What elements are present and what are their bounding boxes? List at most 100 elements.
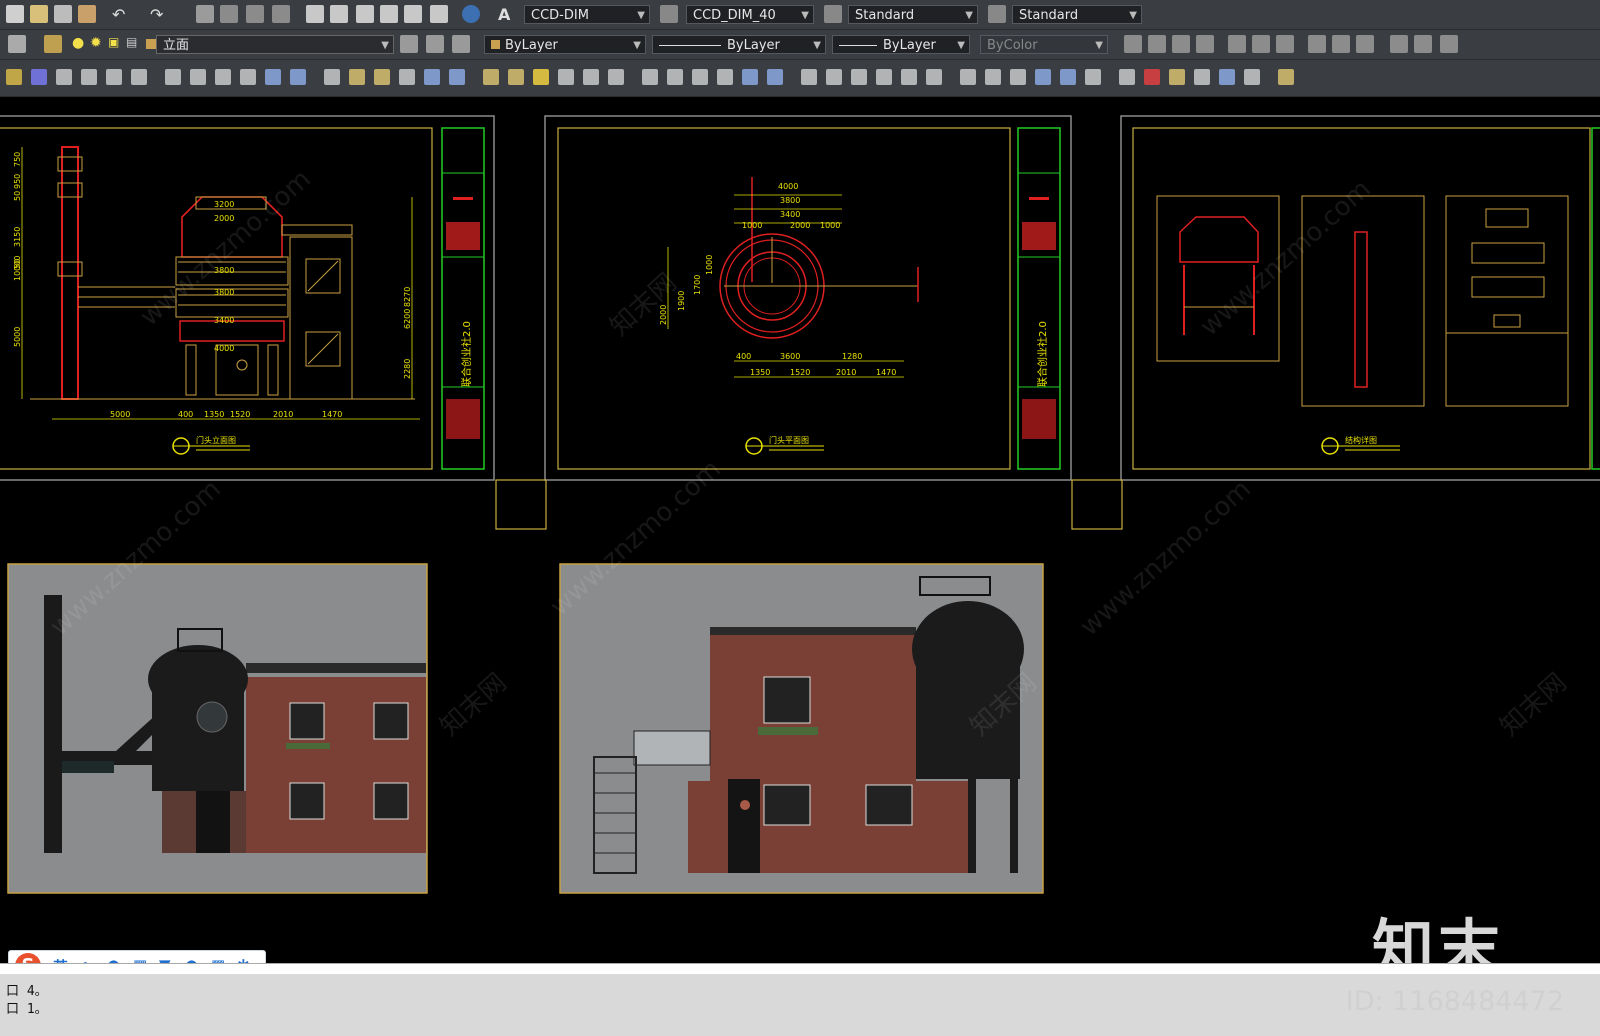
modify-tool-icon[interactable] [190,69,206,85]
modify-tool-icon[interactable] [31,69,47,85]
layer-properties-icon[interactable] [44,35,62,53]
design-center-icon[interactable] [330,5,348,23]
modify-tool-icon[interactable] [1144,69,1160,85]
modify-tool-icon[interactable] [1169,69,1185,85]
bring-front-icon[interactable] [1148,35,1166,53]
table-style-select[interactable]: Standard ▼ [848,5,978,24]
layer-thaw-sun-icon[interactable]: ✹ [90,35,108,53]
modify-tool-icon[interactable] [926,69,942,85]
modify-tool-icon[interactable] [1035,69,1051,85]
modify-tool-icon[interactable] [901,69,917,85]
layer-match-icon[interactable] [426,35,444,53]
modify-tool-icon[interactable] [324,69,340,85]
modify-tool-icon[interactable] [533,69,549,85]
modify-tool-icon[interactable] [826,69,842,85]
modify-tool-icon[interactable] [449,69,465,85]
render-image-2[interactable] [559,563,1044,894]
properties-icon[interactable] [306,5,324,23]
modify-tool-icon[interactable] [483,69,499,85]
plot-style-select[interactable]: ByColor ▼ [980,35,1108,54]
layer-unlock-icon[interactable]: ▣ [108,35,126,53]
modify-tool-icon[interactable] [692,69,708,85]
distribute-icon[interactable] [1308,35,1326,53]
calculator-icon[interactable] [430,5,448,23]
modify-tool-icon[interactable] [608,69,624,85]
modify-tool-icon[interactable] [56,69,72,85]
modify-tool-icon[interactable] [215,69,231,85]
modify-tool-icon[interactable] [851,69,867,85]
modify-tool-icon[interactable] [960,69,976,85]
tool-palettes-icon[interactable] [356,5,374,23]
modify-tool-icon[interactable] [265,69,281,85]
modify-tool-icon[interactable] [508,69,524,85]
modify-tool-icon[interactable] [374,69,390,85]
zoom-window-icon[interactable] [246,5,264,23]
slash-icon[interactable] [1440,35,1458,53]
list-icon[interactable] [1414,35,1432,53]
align-center-icon[interactable] [1252,35,1270,53]
modify-tool-icon[interactable] [1085,69,1101,85]
modify-tool-icon[interactable] [1244,69,1260,85]
modify-tool-icon[interactable] [667,69,683,85]
modify-tool-icon[interactable] [81,69,97,85]
pan-icon[interactable] [196,5,214,23]
layer-plot-icon[interactable]: ▤ [126,35,144,53]
distribute-v-icon[interactable] [1332,35,1350,53]
send-back-icon[interactable] [1172,35,1190,53]
modify-tool-icon[interactable] [558,69,574,85]
open-file-icon[interactable] [30,5,48,23]
modify-tool-icon[interactable] [1010,69,1026,85]
modify-tool-icon[interactable] [349,69,365,85]
markup-icon[interactable] [404,5,422,23]
text-style-icon[interactable]: A [498,5,516,24]
color-select[interactable]: ByLayer ▼ [484,35,646,54]
modify-tool-icon[interactable] [424,69,440,85]
modify-tool-icon[interactable] [1219,69,1235,85]
modify-tool-icon[interactable] [642,69,658,85]
modify-tool-icon[interactable] [1119,69,1135,85]
new-file-icon[interactable] [6,5,24,23]
modify-tool-icon[interactable] [399,69,415,85]
modify-tool-icon[interactable] [1194,69,1210,85]
distribute-h-icon[interactable] [1356,35,1374,53]
array-icon[interactable] [1390,35,1408,53]
save-icon[interactable] [54,5,72,23]
layer-previous-icon[interactable] [452,35,470,53]
modify-tool-icon[interactable] [131,69,147,85]
align-right-icon[interactable] [1276,35,1294,53]
drawing-canvas[interactable]: 联合创业社2.0 联合创业社2.0 5000 400 1350 1520 201… [0,97,1600,963]
zoom-previous-icon[interactable] [272,5,290,23]
sheet-set-icon[interactable] [380,5,398,23]
modify-tool-icon[interactable] [717,69,733,85]
linetype-select[interactable]: ByLayer ▼ [652,35,826,54]
modify-tool-icon[interactable] [106,69,122,85]
modify-tool-icon[interactable] [985,69,1001,85]
lineweight-select[interactable]: ByLayer ▼ [832,35,970,54]
modify-tool-icon[interactable] [583,69,599,85]
mleader-style-select[interactable]: Standard ▼ [1012,5,1142,24]
text-style-select[interactable]: CCD-DIM ▼ [524,5,650,24]
layer-select[interactable]: 立面 ▼ [156,35,394,54]
undo-icon[interactable]: ↶ [112,5,130,24]
modify-tool-icon[interactable] [801,69,817,85]
model-space[interactable]: 联合创业社2.0 联合创业社2.0 5000 400 1350 1520 201… [0,97,1600,963]
modify-tool-icon[interactable] [165,69,181,85]
modify-tool-icon[interactable] [1278,69,1294,85]
align-left-icon[interactable] [1228,35,1246,53]
modify-tool-icon[interactable] [6,69,22,85]
modify-tool-icon[interactable] [767,69,783,85]
modify-tool-icon[interactable] [876,69,892,85]
modify-tool-icon[interactable] [1060,69,1076,85]
modify-tool-icon[interactable] [290,69,306,85]
help-icon[interactable] [462,5,480,23]
redo-icon[interactable]: ↷ [150,5,168,24]
make-current-layer-icon[interactable] [400,35,418,53]
dim-style-icon[interactable] [660,5,678,23]
plot-icon[interactable] [78,5,96,23]
mleader-style-icon[interactable] [988,5,1006,23]
table-style-icon[interactable] [824,5,842,23]
modify-tool-icon[interactable] [240,69,256,85]
dim-style-select[interactable]: CCD_DIM_40 ▼ [686,5,814,24]
layer-on-bulb-icon[interactable]: ● [72,35,90,53]
bring-above-icon[interactable] [1196,35,1214,53]
